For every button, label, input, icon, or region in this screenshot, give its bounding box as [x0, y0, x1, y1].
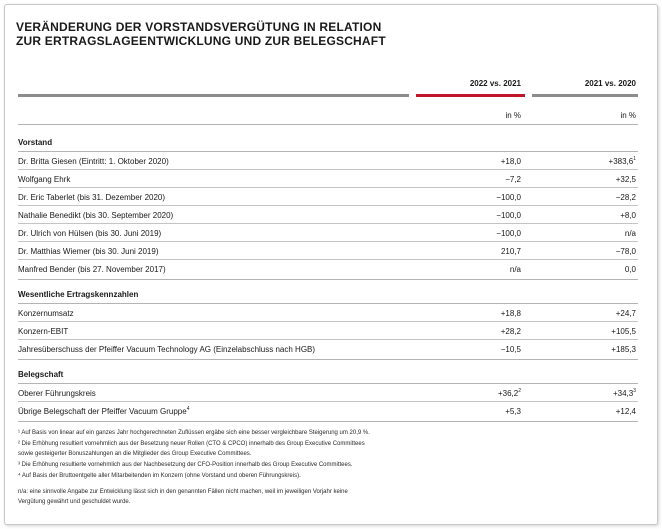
row-label: Jahresüberschuss der Pfeiffer Vacuum Tec… [18, 345, 316, 354]
row-rule [18, 187, 638, 188]
footnote-2: ² Die Erhöhung resultiert vornehmlich au… [18, 441, 365, 447]
row-value-2021: −28,2 [615, 193, 636, 202]
row-value-2021: n/a [624, 229, 636, 238]
footnote-1: ¹ Auf Basis von linear auf ein ganzes Ja… [18, 430, 370, 436]
row-value-2021: +105,5 [611, 327, 636, 336]
footnote-ref: 3 [633, 388, 636, 394]
row-value-2022: 210,7 [500, 247, 521, 256]
row-rule [18, 321, 638, 322]
row-rule [18, 401, 638, 402]
title-line-1: VERÄNDERUNG DER VORSTANDSVERGÜTUNG IN RE… [16, 20, 382, 34]
row-value-2021: +185,3 [611, 345, 636, 354]
row-value-2022: −100,0 [496, 193, 521, 202]
row-value-2021: +12,4 [615, 407, 636, 416]
row-label: Dr. Ulrich von Hülsen (bis 30. Juni 2019… [18, 229, 162, 238]
table-end-rule [18, 421, 638, 422]
unit-2022: in % [505, 111, 521, 120]
row-value-2021: +8,0 [620, 211, 636, 220]
row-value-2022: +36,22 [497, 388, 521, 399]
column-header-2021: 2021 vs. 2020 [584, 79, 636, 88]
footnote-3: ³ Die Erhöhung resultierte vornehmlich a… [18, 462, 353, 468]
row-value-2022: +5,3 [505, 407, 521, 416]
footnote-ref: 2 [518, 388, 521, 394]
row-value-2022: +18,0 [500, 157, 521, 166]
title-line-2: ZUR ERTRAGSLAGEENTWICKLUNG UND ZUR BELEG… [16, 34, 386, 48]
row-label: Wolfgang Ehrk [18, 175, 71, 184]
footnote-2-cont: sowie gesteigerter Bonuszahlungen an die… [18, 451, 252, 457]
row-label: Nathalie Benedikt (bis 30. September 202… [18, 211, 174, 220]
unit-2021: in % [620, 111, 636, 120]
row-rule [18, 241, 638, 242]
note-na-cont: Vergütung gewährt und geschuldet wurde. [18, 499, 131, 505]
section-rule [18, 383, 638, 384]
section-end-rule [18, 279, 638, 280]
row-label: Konzernumsatz [18, 309, 74, 318]
row-value-2022: n/a [509, 265, 521, 274]
row-value-2021: 0,0 [624, 265, 636, 274]
row-value-2022: −100,0 [496, 211, 521, 220]
unit-rule [18, 124, 638, 125]
section-vorstand: Vorstand [18, 138, 53, 147]
row-value-2022: −7,2 [505, 175, 521, 184]
section-ertragskennzahlen: Wesentliche Ertragskennzahlen [18, 290, 139, 299]
row-rule [18, 169, 638, 170]
row-label: Übrige Belegschaft der Pfeiffer Vacuum G… [18, 406, 190, 417]
footnote-ref: 4 [186, 406, 190, 412]
row-rule [18, 339, 638, 340]
section-end-rule [18, 359, 638, 360]
row-label: Manfred Bender (bis 27. November 2017) [18, 265, 166, 274]
row-value-2022: +18,8 [500, 309, 521, 318]
header-bar-2021 [532, 94, 638, 97]
row-value-2021: +32,5 [615, 175, 636, 184]
row-label: Dr. Matthias Wiemer (bis 30. Juni 2019) [18, 247, 159, 256]
row-value-2021: +34,33 [612, 388, 636, 399]
header-bar-label [18, 94, 409, 97]
page-title: VERÄNDERUNG DER VORSTANDSVERGÜTUNG IN RE… [16, 20, 386, 48]
footnote-ref: 1 [633, 156, 636, 162]
row-rule [18, 223, 638, 224]
row-value-2022: +28,2 [500, 327, 521, 336]
note-na: n/a: eine sinnvolle Angabe zur Entwicklu… [18, 489, 348, 495]
section-rule [18, 151, 638, 152]
row-value-2021: +383,61 [608, 156, 636, 167]
header-bar-2022 [416, 94, 525, 97]
row-value-2022: −10,5 [500, 345, 521, 354]
section-rule [18, 303, 638, 304]
footnote-4: ⁴ Auf Basis der Bruttoentgelte aller Mit… [18, 473, 301, 479]
row-label: Dr. Britta Giesen (Eintritt: 1. Oktober … [18, 157, 169, 166]
row-value-2022: −100,0 [496, 229, 521, 238]
row-label: Konzern-EBIT [18, 327, 69, 336]
section-belegschaft: Belegschaft [18, 370, 64, 379]
column-header-2022: 2022 vs. 2021 [469, 79, 521, 88]
row-rule [18, 259, 638, 260]
row-value-2021: −78,0 [615, 247, 636, 256]
row-label: Oberer Führungskreis [18, 389, 96, 398]
row-label: Dr. Eric Taberlet (bis 31. Dezember 2020… [18, 193, 166, 202]
row-rule [18, 205, 638, 206]
row-value-2021: +24,7 [615, 309, 636, 318]
